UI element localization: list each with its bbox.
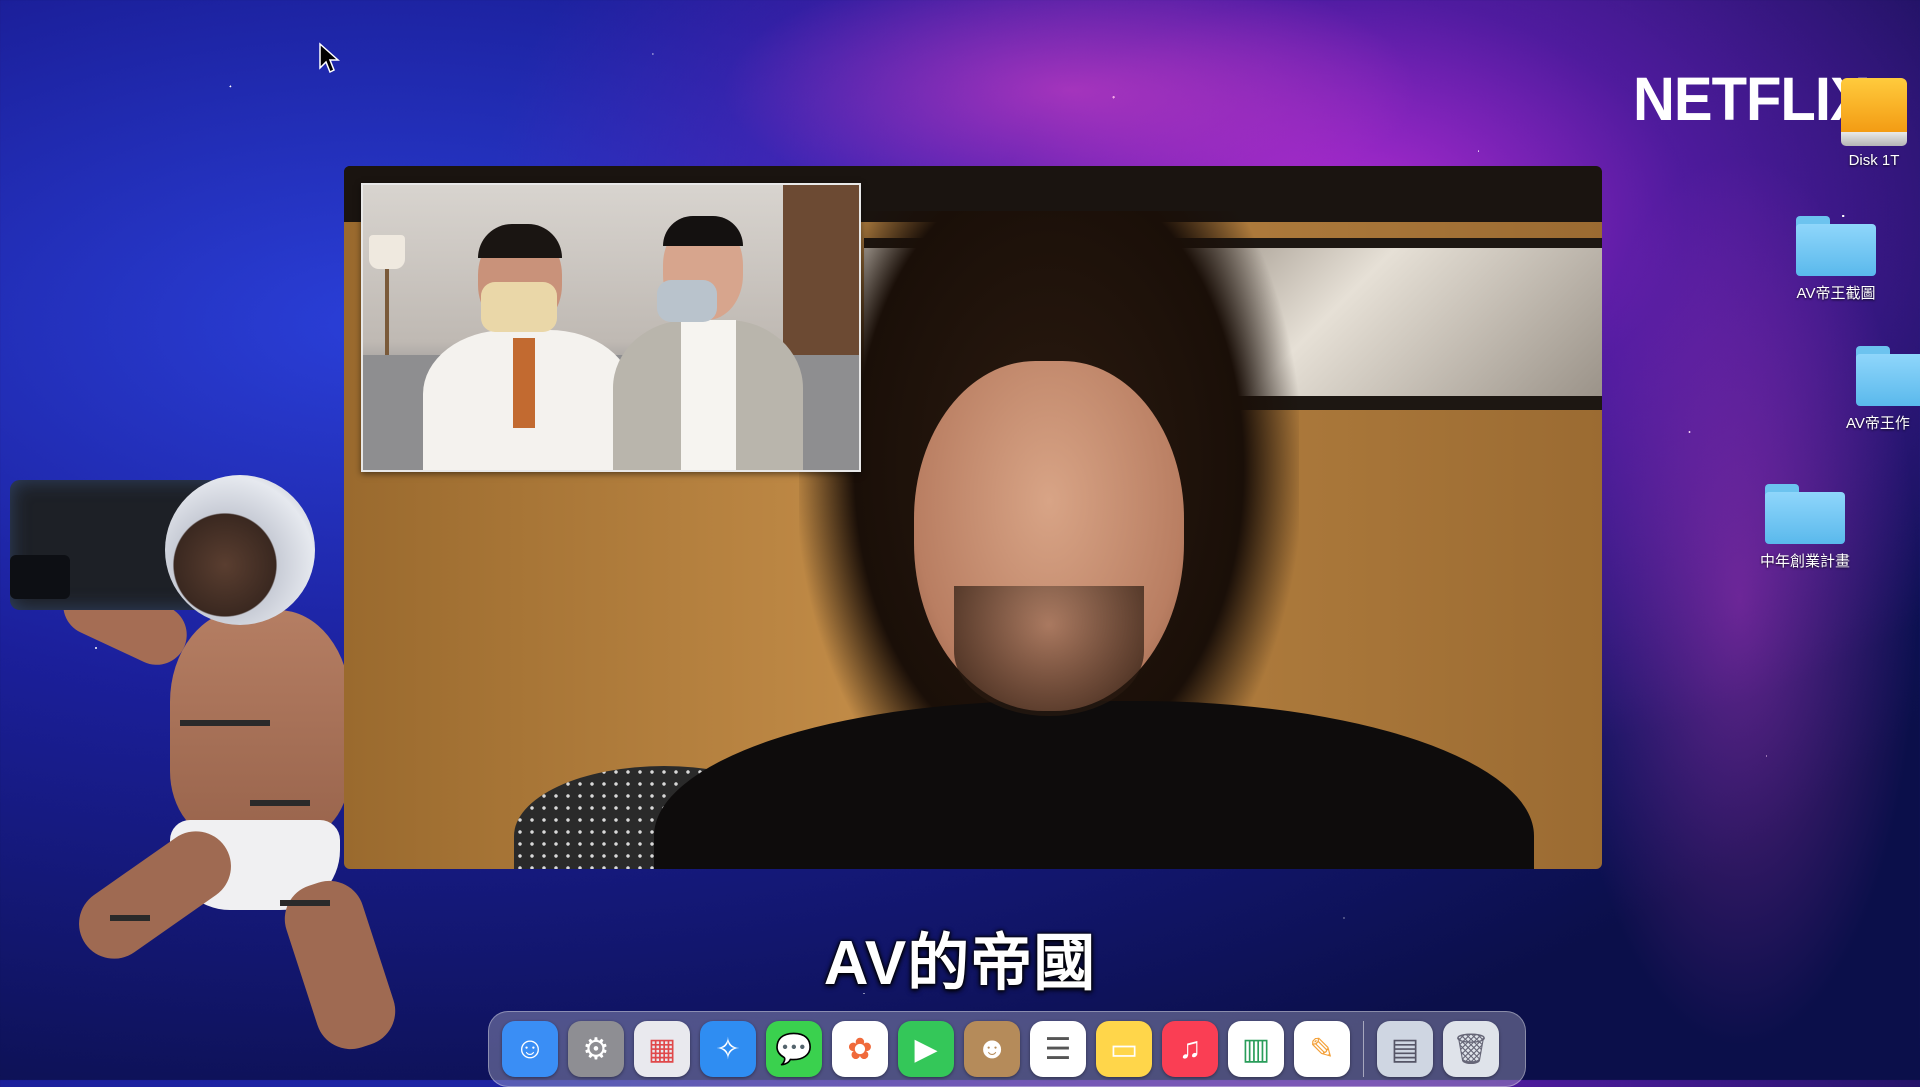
mouse-cursor-icon (319, 42, 340, 74)
system-preferences-icon[interactable]: ⚙ (568, 1021, 624, 1077)
pip-participant-left (423, 224, 633, 470)
facetime-icon[interactable]: ▶ (898, 1021, 954, 1077)
downloads-icon[interactable]: ▤ (1377, 1021, 1433, 1077)
launchpad-icon[interactable]: ▦ (634, 1021, 690, 1077)
music-icon[interactable]: ♫ (1162, 1021, 1218, 1077)
external-drive-icon (1841, 78, 1907, 148)
notes-icon[interactable]: ▭ (1096, 1021, 1152, 1077)
pip-participant-right (613, 216, 803, 470)
desktop-icon-drive[interactable]: Disk 1T (1832, 78, 1916, 169)
video-call-window[interactable] (344, 166, 1602, 869)
desktop-icon-folder-screenshots[interactable]: AV帝王截圖 (1786, 216, 1886, 303)
main-participant-body (654, 701, 1534, 869)
desktop-icon-folder-works[interactable]: AV帝王作 (1846, 346, 1920, 433)
folder-icon (1796, 216, 1876, 276)
desktop-icon-label: AV帝王截圖 (1796, 285, 1876, 302)
folder-icon (1765, 484, 1845, 544)
dock: ☺ ⚙ ▦ ✧ 💬 ✿ ▶ ☻ ☰ ▭ ♫ ▥ ✎ ▤ 🗑 (488, 1011, 1526, 1087)
folder-icon (1856, 346, 1920, 406)
numbers-icon[interactable]: ▥ (1228, 1021, 1284, 1077)
desktop-icon-label: 中年創業計畫 (1759, 553, 1850, 570)
desktop-icon-label: Disk 1T (1848, 152, 1900, 169)
video-subtitle: AV的帝國 (823, 929, 1097, 998)
contacts-icon[interactable]: ☻ (964, 1021, 1020, 1077)
picture-in-picture-video[interactable] (361, 183, 861, 472)
desktop-icon-folder-business-plan[interactable]: 中年創業計畫 (1750, 484, 1860, 571)
finder-icon[interactable]: ☺ (502, 1021, 558, 1077)
reminders-icon[interactable]: ☰ (1030, 1021, 1086, 1077)
dock-divider (1363, 1021, 1364, 1077)
desktop-icon-label: AV帝王作 (1846, 415, 1910, 432)
pages-icon[interactable]: ✎ (1294, 1021, 1350, 1077)
safari-icon[interactable]: ✧ (700, 1021, 756, 1077)
messages-icon[interactable]: 💬 (766, 1021, 822, 1077)
trash-icon[interactable]: 🗑 (1443, 1021, 1499, 1077)
photos-icon[interactable]: ✿ (832, 1021, 888, 1077)
